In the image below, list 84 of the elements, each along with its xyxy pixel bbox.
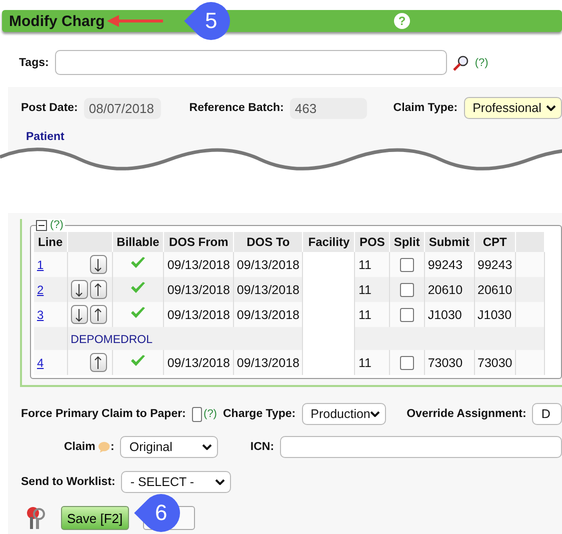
move-down-button[interactable] (90, 255, 107, 274)
table-cell: 09/13/2018 (164, 350, 234, 375)
split-checkbox[interactable] (400, 308, 414, 322)
table-cell: 09/13/2018 (233, 302, 303, 327)
arrow-up-icon (94, 308, 102, 322)
table-cell: 09/13/2018 (233, 252, 303, 277)
help-link[interactable]: (?) (474, 56, 488, 68)
table-cell: 73030 (424, 350, 474, 375)
column-header: Split (389, 232, 424, 252)
drug-note: DEPOMEDROL (70, 334, 152, 346)
worklist-select[interactable]: - SELECT - (121, 471, 232, 493)
column-header: Billable (112, 232, 164, 252)
field-label: Claim (64, 441, 96, 453)
collapse-icon[interactable] (36, 220, 47, 230)
help-link[interactable]: (?) (204, 408, 217, 420)
column-header: DOS To (233, 232, 303, 252)
line-link[interactable]: 3 (37, 308, 44, 322)
section-legend: Patient (26, 131, 64, 143)
table-cell: 09/13/2018 (164, 302, 234, 327)
override-assignment-select[interactable]: D (532, 403, 562, 425)
table-cell: 20610 (474, 277, 516, 302)
checkbox[interactable] (192, 406, 202, 422)
field-label: Post Date: (21, 102, 78, 114)
line-link[interactable]: 1 (37, 258, 44, 272)
page-title: Modify Charg (9, 12, 105, 30)
caret-icon (370, 411, 380, 417)
field-label: Force Primary Claim to Paper: (21, 408, 186, 420)
tags-field[interactable] (54, 50, 447, 75)
charge-type-select[interactable]: Production (302, 403, 386, 425)
field-label: Charge Type: (222, 408, 296, 420)
field-label: : (110, 441, 114, 453)
table-cell: 09/13/2018 (164, 252, 234, 277)
move-down-button[interactable] (70, 280, 88, 299)
field-label: Send to Worklist: (21, 476, 116, 488)
table-cell: 20610 (424, 277, 474, 302)
column-header: Submit (424, 232, 474, 252)
table-cell: 11 (354, 252, 390, 277)
move-down-button[interactable] (70, 305, 88, 324)
arrow-up-icon (94, 282, 102, 296)
column-header: Line (34, 232, 68, 252)
reference-batch-field: 463 (290, 98, 368, 118)
split-checkbox[interactable] (400, 356, 414, 370)
column-header: DOS From (164, 232, 234, 252)
line-link[interactable]: 4 (37, 356, 44, 370)
split-checkbox[interactable] (400, 258, 414, 272)
search-icon[interactable] (452, 54, 469, 70)
table-cell: 99243 (474, 252, 516, 277)
column-header: Facility (302, 232, 355, 252)
table-cell: 11 (354, 277, 390, 302)
split-checkbox[interactable] (400, 282, 414, 297)
keys-icon[interactable] (25, 506, 47, 530)
table-cell: 73030 (474, 350, 516, 375)
move-up-button[interactable] (90, 305, 107, 324)
arrow-up-icon (94, 356, 102, 370)
table-cell: 09/13/2018 (233, 277, 303, 302)
claim-select[interactable]: Original (120, 436, 218, 458)
arrow-down-icon (75, 308, 84, 322)
field-label: Reference Batch: (189, 102, 284, 114)
column-header: CPT (474, 232, 516, 252)
table-cell: J1030 (474, 302, 516, 327)
table-cell: 09/13/2018 (233, 350, 303, 375)
field-label: ICN: (250, 441, 274, 453)
table-cell: 11 (354, 350, 390, 375)
save-button[interactable]: Save [F2] (61, 506, 129, 530)
caret-icon (546, 105, 556, 111)
claim-type-select[interactable]: Professional (464, 97, 562, 119)
table-cell: 11 (354, 302, 390, 327)
post-date-field: 08/07/2018 (84, 98, 162, 118)
line-link[interactable]: 2 (37, 282, 44, 296)
column-header: POS (354, 232, 390, 252)
table-cell: 99243 (424, 252, 474, 277)
caret-icon (215, 479, 226, 485)
arrow-down-icon (75, 282, 84, 296)
field-label: Override Assignment: (406, 408, 526, 420)
field-label: Tags: (19, 56, 49, 68)
caret-icon (202, 444, 212, 450)
table-cell: 09/13/2018 (164, 277, 234, 302)
move-up-button[interactable] (90, 353, 107, 372)
field-label: Claim Type: (393, 102, 458, 114)
arrow-down-icon (94, 258, 102, 272)
arrow-annotation (107, 14, 165, 28)
table-cell: J1030 (424, 302, 474, 327)
move-up-button[interactable] (90, 280, 107, 299)
icn-field[interactable] (280, 436, 562, 458)
